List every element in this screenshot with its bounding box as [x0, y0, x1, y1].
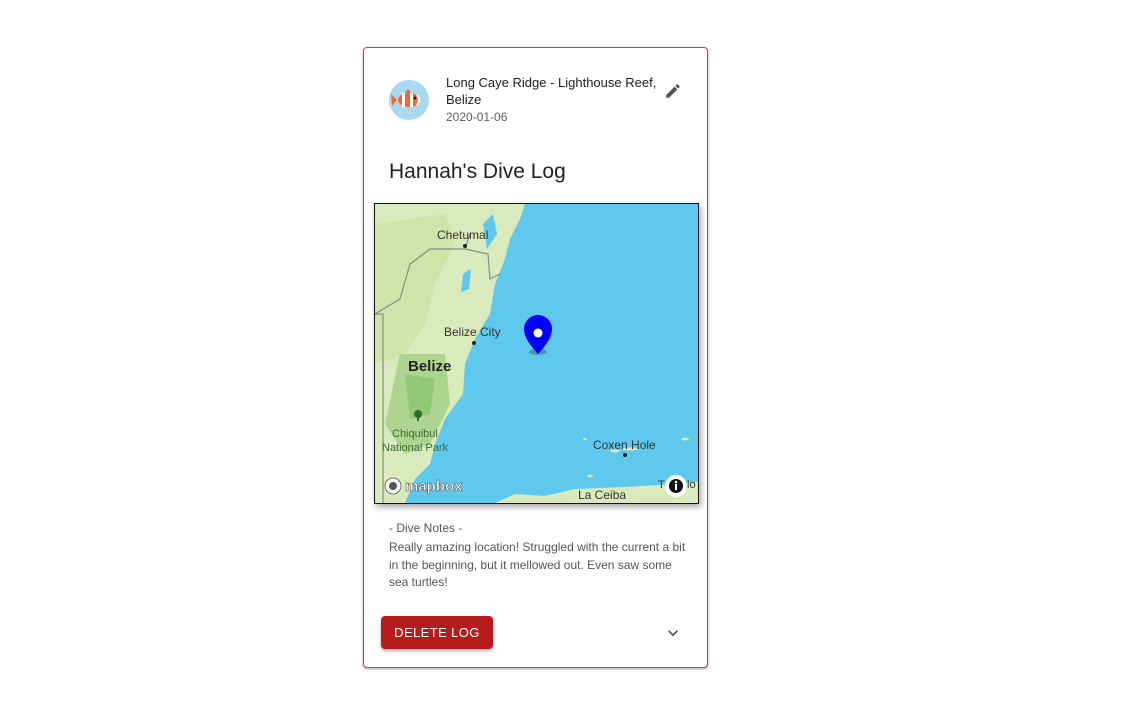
map-label-coxen-hole: Coxen Hole [593, 438, 656, 452]
dive-location-map[interactable]: Chetumal Belize City Belize Chiquibul Na… [374, 203, 699, 504]
clownfish-avatar-icon [389, 80, 429, 120]
svg-text:mapbox: mapbox [405, 478, 463, 495]
dive-location: Long Caye Ridge - Lighthouse Reef, Beliz… [446, 75, 657, 107]
map-label-truncated-end: lo [687, 479, 696, 491]
map-info-icon[interactable] [665, 475, 687, 497]
map-label-chiquibul: Chiquibul [392, 428, 438, 440]
dive-date: 2020-01-06 [446, 110, 508, 124]
edit-button[interactable] [658, 76, 688, 106]
dive-notes-body: Really amazing location! Struggled with … [389, 540, 686, 589]
map-label-truncated: T [658, 479, 665, 491]
chevron-down-icon [668, 630, 678, 637]
expand-button[interactable] [658, 618, 688, 648]
pencil-icon [666, 84, 680, 98]
delete-log-button[interactable]: DELETE LOG [381, 616, 493, 649]
mapbox-logo[interactable]: mapbox [384, 477, 463, 495]
map-label-national-park: National Park [382, 442, 449, 454]
map-label-belize: Belize [408, 358, 451, 375]
dive-notes-heading: - Dive Notes - [389, 521, 463, 535]
map-label-chetumal: Chetumal [437, 228, 488, 242]
map-label-belize-city: Belize City [444, 325, 501, 339]
dive-log-title: Hannah's Dive Log [389, 160, 566, 183]
map-label-la-ceiba: La Ceiba [578, 488, 626, 502]
dive-log-card: Long Caye Ridge - Lighthouse Reef, Beliz… [363, 47, 708, 668]
